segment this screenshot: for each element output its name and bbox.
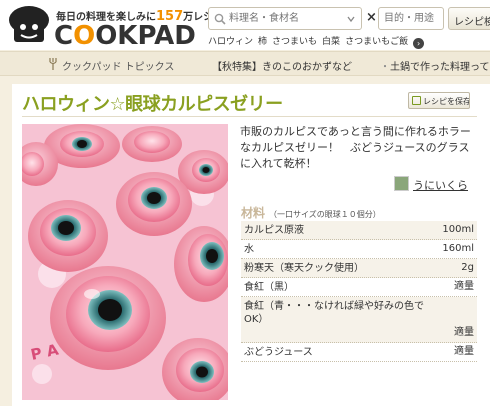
keyword-link[interactable]: ハロウィン <box>208 37 253 47</box>
topic-separator: ・ <box>380 62 390 73</box>
ingredient-name: ぶどうジュース <box>244 347 313 358</box>
chevron-down-icon[interactable] <box>347 15 355 23</box>
recipe-card: ハロウィン☆眼球カルピスゼリー レシピを保存 P A B B 市販のカルピスであ… <box>12 84 490 406</box>
chef-hat-icon <box>9 6 49 42</box>
ingredients-heading: 材料 （一口サイズの眼球１０個分） <box>241 206 381 220</box>
topic-link[interactable]: 土鍋で作った料理ってお <box>390 58 490 73</box>
recipe-description: 市販のカルピスであっと言う間に作れるホラーなカルピスゼリー！ ぶどうジュースのグ… <box>240 125 471 170</box>
author-link[interactable]: うにいくら <box>394 176 474 192</box>
recipe-title: ハロウィン☆眼球カルピスゼリー <box>22 94 283 115</box>
ingredient-name: 水 <box>244 244 254 255</box>
recipe-search-button[interactable]: レシピ検 <box>448 7 490 30</box>
jelly-cup <box>116 172 192 236</box>
more-arrow-icon[interactable]: › <box>413 38 425 49</box>
brand-wordmark: COOKPAD <box>54 21 196 51</box>
ingredient-quantity: 2g <box>461 262 474 273</box>
ingredient-quantity: 適量 <box>454 281 474 292</box>
author-name[interactable]: うにいくら <box>413 177 468 193</box>
ingredient-row: 粉寒天（寒天クック使用） 2g <box>241 259 477 278</box>
keyword-link[interactable]: 白菜 <box>322 37 340 47</box>
fork-icon <box>49 58 57 70</box>
keyword-link[interactable]: さつまいも <box>272 37 317 47</box>
keyword-link[interactable]: 柿 <box>258 37 267 47</box>
ingredient-name: 粉寒天（寒天クック使用） <box>244 263 364 274</box>
recipe-photo[interactable]: P A B B <box>22 124 228 400</box>
divider <box>22 116 477 117</box>
popular-keywords: ハロウィン柿さつまいも 白菜 さつまいもご飯 › <box>208 34 429 49</box>
site-header: 毎日の料理を楽しみに157万レシピ COOKPAD × レシピ検 ハロウィン柿さ… <box>0 0 490 51</box>
jelly-cup <box>50 266 166 370</box>
topics-bar: クックパッド トピックス 【秋特集】きのこのおかずなど ・ 土鍋で作った料理って… <box>0 51 490 76</box>
jelly-cup <box>122 126 182 162</box>
ingredient-name: 食紅（青・・・なければ緑や好みの色でOK） <box>244 301 424 325</box>
search-icon <box>214 13 226 25</box>
ingredient-row: カルピス原液 100ml <box>241 221 477 240</box>
save-icon <box>412 96 421 105</box>
ingredient-quantity: 100ml <box>442 224 474 235</box>
jelly-cup <box>28 200 108 272</box>
cookpad-logo[interactable]: 毎日の料理を楽しみに157万レシピ COOKPAD <box>6 4 223 51</box>
keyword-search-input[interactable] <box>229 10 339 27</box>
search-combine-symbol: × <box>366 10 377 25</box>
purpose-search-field[interactable] <box>378 7 444 30</box>
ingredient-row: 水 160ml <box>241 240 477 259</box>
ingredient-quantity: 160ml <box>442 243 474 254</box>
topic-link[interactable]: 【秋特集】きのこのおかずなど <box>212 58 352 73</box>
author-avatar <box>394 176 409 191</box>
purpose-search-input[interactable] <box>384 10 440 27</box>
ingredient-row: 食紅（青・・・なければ緑や好みの色でOK） 適量 <box>241 297 477 343</box>
ingredient-row: 食紅（黒） 適量 <box>241 278 477 297</box>
ingredients-list: カルピス原液 100ml 水 160ml 粉寒天（寒天クック使用） 2g 食紅（… <box>241 221 477 362</box>
ingredient-name: 食紅（黒） <box>244 282 294 293</box>
ingredient-quantity: 適量 <box>454 346 474 357</box>
save-recipe-button[interactable]: レシピを保存 <box>408 92 470 109</box>
topics-label[interactable]: クックパッド トピックス <box>62 58 174 73</box>
ingredient-quantity: 適量 <box>454 327 474 338</box>
ingredient-name: カルピス原液 <box>244 225 304 236</box>
eyeball-jelly-illustration: P A B B <box>22 124 228 400</box>
keyword-link[interactable]: さつまいもご飯 <box>345 37 408 47</box>
ingredient-row: ぶどうジュース 適量 <box>241 343 477 362</box>
keyword-search-field[interactable] <box>208 7 362 30</box>
